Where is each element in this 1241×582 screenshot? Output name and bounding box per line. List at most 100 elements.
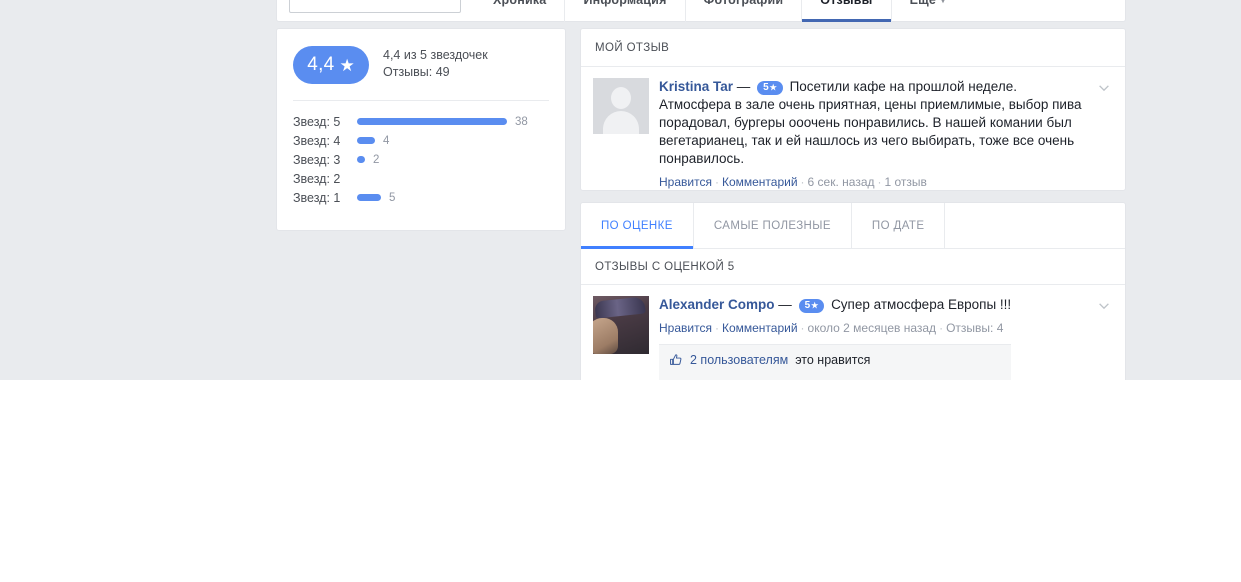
- tab-po-ocenke[interactable]: ПО ОЦЕНКЕ: [581, 203, 694, 249]
- star-icon: ★: [769, 83, 777, 92]
- review-text-block: Kristina Tar — 5 ★ Посетили кафе на прошл…: [659, 78, 1087, 168]
- review-text: Супер атмосфера Европы !!!: [831, 297, 1012, 312]
- review-dash: —: [778, 297, 792, 312]
- my-review-card: МОЙ ОТЗЫВ Kristina Tar — 5 ★ Посетили каф…: [580, 28, 1126, 191]
- review-body: Alexander Compo — 5 ★ Супер атмосфера Евр…: [659, 296, 1037, 380]
- review-meta: Нравится · Комментарий · около 2 месяцев наз…: [659, 321, 1011, 335]
- rating-bar-count: 38: [515, 115, 528, 128]
- rating-summary-text: 4,4 из 5 звездочек: [383, 48, 488, 62]
- facebook-reviews-page: Хроника Информация Фотографии Отзывы Ещё…: [0, 0, 1241, 380]
- rating-bar-label: Звезд: 4: [293, 133, 341, 148]
- rating-header: 4,4 ★ 4,4 из 5 звездочек Отзывы: 49: [277, 29, 565, 84]
- tab-informaciya[interactable]: Информация: [564, 0, 684, 22]
- tab-label: Отзывы: [820, 0, 873, 7]
- like-link[interactable]: Нравится: [659, 321, 712, 335]
- rating-score-badge: 4,4 ★: [293, 46, 369, 84]
- meta-separator: ·: [714, 175, 719, 189]
- meta-separator: ·: [939, 321, 944, 335]
- tab-label: Хроника: [493, 0, 547, 7]
- search-input[interactable]: [289, 0, 461, 13]
- tab-label: Информация: [583, 0, 667, 7]
- rating-bar-row: Звезд: 1 5: [293, 188, 549, 207]
- review-timestamp: 6 сек. назад: [807, 175, 875, 189]
- tab-label: Ещё: [909, 0, 936, 7]
- rating-breakdown-chart: Звезд: 5 38 Звезд: 4 4 Звезд: 3 2 Звезд:…: [277, 101, 565, 207]
- rating-bar-count: 5: [389, 191, 396, 204]
- likes-suffix-text: это нравится: [795, 353, 871, 367]
- comment-link[interactable]: Комментарий: [722, 175, 798, 189]
- rating-bar-fill: [357, 118, 507, 125]
- review-author-count: 1 отзыв: [884, 175, 927, 189]
- rating-bar-row: Звезд: 5 38: [293, 112, 549, 131]
- review-body: Kristina Tar — 5 ★ Посетили кафе на прошл…: [659, 78, 1113, 189]
- rating-bar-row: Звезд: 2: [293, 169, 549, 188]
- meta-separator: ·: [800, 321, 805, 335]
- rating-bar-row: Звезд: 3 2: [293, 150, 549, 169]
- rating-bar-row: Звезд: 4 4: [293, 131, 549, 150]
- tab-label: САМЫЕ ПОЛЕЗНЫЕ: [713, 219, 831, 232]
- my-review-item: Kristina Tar — 5 ★ Посетили кафе на прошл…: [581, 67, 1125, 189]
- review-author-count: Отзывы: 4: [946, 321, 1004, 335]
- chevron-down-icon: ▾: [941, 0, 946, 5]
- avatar: [593, 78, 649, 134]
- rating-badge-value: 5: [763, 82, 769, 93]
- reviews-section-label: ОТЗЫВЫ С ОЦЕНКОЙ 5: [581, 249, 1125, 285]
- rating-badge-value: 5: [804, 300, 811, 311]
- rating-meta: 4,4 из 5 звездочек Отзывы: 49: [383, 46, 488, 81]
- rating-bar-label: Звезд: 5: [293, 114, 341, 129]
- rating-bar-track: 2: [357, 154, 379, 166]
- tab-samye-poleznye[interactable]: САМЫЕ ПОЛЕЗНЫЕ: [694, 203, 852, 248]
- rating-bar-count: 4: [383, 134, 390, 147]
- reviews-list-card: ПО ОЦЕНКЕ САМЫЕ ПОЛЕЗНЫЕ ПО ДАТЕ ОТЗЫВЫ …: [580, 202, 1126, 380]
- rating-bar-label: Звезд: 1: [293, 190, 341, 205]
- meta-separator: ·: [800, 175, 805, 189]
- meta-separator: ·: [714, 321, 719, 335]
- tab-fotografii[interactable]: Фотографии: [684, 0, 802, 22]
- chevron-down-icon[interactable]: [1097, 299, 1111, 313]
- review-sort-tabs: ПО ОЦЕНКЕ САМЫЕ ПОЛЕЗНЫЕ ПО ДАТЕ: [581, 203, 1125, 249]
- rating-bar-fill: [357, 156, 365, 163]
- rating-bar-fill: [357, 137, 375, 144]
- like-link[interactable]: Нравится: [659, 175, 712, 189]
- tab-label: ПО ОЦЕНКЕ: [601, 219, 673, 232]
- rating-bar-label: Звезд: 3: [293, 152, 341, 167]
- chevron-down-icon[interactable]: [1097, 81, 1111, 95]
- likes-bar: 2 пользователям это нравится: [659, 344, 1012, 375]
- rating-summary-card: 4,4 ★ 4,4 из 5 звездочек Отзывы: 49 Звез…: [276, 28, 566, 231]
- star-icon: ★: [339, 55, 355, 75]
- comment-link[interactable]: Комментарий: [722, 321, 798, 335]
- rating-score-value: 4,4: [307, 54, 335, 75]
- review-dash: —: [736, 79, 751, 94]
- my-review-card-title: МОЙ ОТЗЫВ: [581, 29, 1125, 67]
- review-timestamp: около 2 месяцев назад: [807, 321, 937, 335]
- thumbs-up-icon: [670, 354, 682, 365]
- review-author-link[interactable]: Alexander Compo: [659, 297, 775, 312]
- page-navigation-bar: Хроника Информация Фотографии Отзывы Ещё…: [276, 0, 1126, 22]
- review-meta: Нравится · Комментарий · 6 сек. назад · 1 отзы…: [659, 175, 1087, 189]
- meta-separator: ·: [877, 175, 882, 189]
- review-count-text: Отзывы: 49: [383, 65, 450, 79]
- nav-tab-list: Хроника Информация Фотографии Отзывы Ещё…: [475, 0, 963, 22]
- rating-bar-count: 2: [373, 153, 380, 166]
- rating-bar-track: [357, 175, 365, 182]
- tab-otzyvy[interactable]: Отзывы: [801, 0, 891, 22]
- rating-bar-label: Звезд: 2: [293, 171, 341, 186]
- tab-po-date[interactable]: ПО ДАТЕ: [852, 203, 946, 248]
- likes-count-link[interactable]: 2 пользователям: [690, 353, 788, 367]
- rating-badge: 5 ★: [798, 299, 825, 313]
- rating-bar-track: 4: [357, 135, 389, 147]
- review-author-link[interactable]: Kristina Tar: [659, 79, 733, 94]
- tab-label: Фотографии: [703, 0, 784, 7]
- tab-hronika[interactable]: Хроника: [475, 0, 564, 22]
- avatar: [593, 296, 649, 354]
- tab-label: ПО ДАТЕ: [871, 219, 925, 232]
- page-blank-area: [0, 380, 1241, 582]
- review-item: Alexander Compo — 5 ★ Супер атмосфера Евр…: [581, 285, 1125, 380]
- rating-bar-track: 38: [357, 116, 528, 128]
- rating-bar-track: 5: [357, 192, 395, 204]
- star-icon: ★: [811, 301, 819, 310]
- review-text-block: Alexander Compo — 5 ★ Супер атмосфера Евр…: [659, 296, 1011, 314]
- rating-bar-fill: [357, 194, 381, 201]
- rating-badge: 5 ★: [757, 81, 783, 95]
- tab-eshyo[interactable]: Ещё ▾: [890, 0, 964, 22]
